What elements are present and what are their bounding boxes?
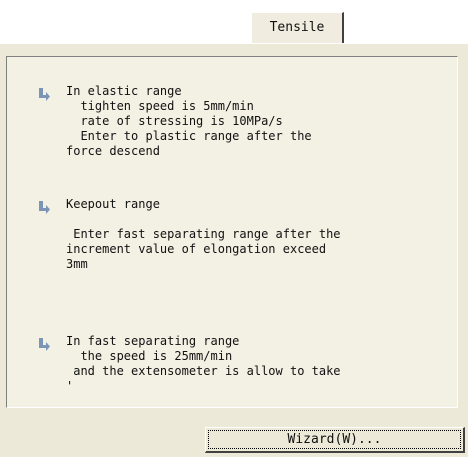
section-line: Keepout range bbox=[66, 197, 160, 211]
section-line: the speed is 25mm/min bbox=[66, 349, 233, 363]
tensile-panel: In elastic range tighten speed is 5mm/mi… bbox=[0, 43, 468, 457]
wizard-button-label: Wizard(W)... bbox=[208, 430, 461, 449]
section-line: Enter to plastic range after the bbox=[66, 129, 312, 143]
section-line: ' bbox=[66, 379, 74, 393]
step-arrow-icon bbox=[36, 86, 52, 102]
section-line: increment value of elongation exceed bbox=[66, 242, 327, 256]
panel-footer: Wizard(W)... bbox=[0, 408, 468, 458]
section-line: Enter fast separating range after the bbox=[66, 227, 341, 241]
section-line: 3mm bbox=[66, 257, 88, 271]
section-line: rate of stressing is 10MPa/s bbox=[66, 114, 283, 128]
step-arrow-icon bbox=[36, 336, 52, 352]
tab-tensile[interactable]: Tensile bbox=[251, 12, 344, 44]
section-line: and the extensometer is allow to take bbox=[66, 364, 341, 378]
section-line: force descend bbox=[66, 144, 160, 158]
step-arrow-icon bbox=[36, 199, 52, 215]
tab-strip: Tensile bbox=[0, 0, 468, 44]
section-line: In fast separating range bbox=[66, 334, 240, 348]
wizard-button[interactable]: Wizard(W)... bbox=[205, 427, 465, 453]
step-description-area: In elastic range tighten speed is 5mm/mi… bbox=[6, 56, 458, 408]
section-line: tighten speed is 5mm/min bbox=[66, 99, 254, 113]
section-line: In elastic range bbox=[66, 84, 182, 98]
